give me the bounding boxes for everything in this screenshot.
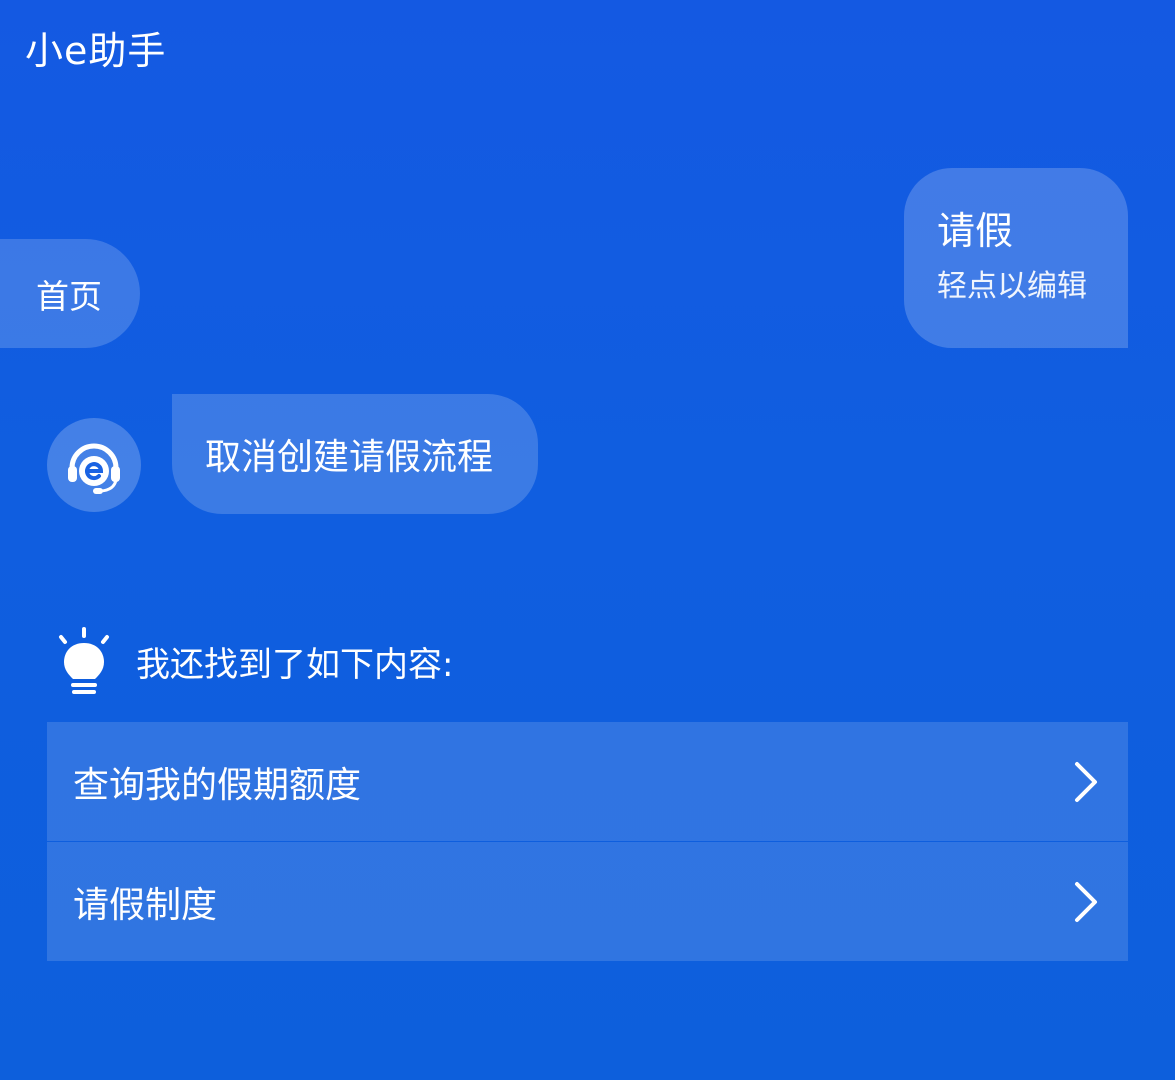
user-message-text: 请假 [937,209,1014,253]
user-message-bubble[interactable]: 请假 轻点以编辑 [904,168,1128,348]
chevron-right-icon [1075,881,1097,922]
headset-e-icon [68,443,120,494]
suggestion-item-leave-policy[interactable]: 请假制度 [47,842,1128,961]
chevron-right-icon [1075,761,1097,802]
suggestion-item-leave-balance[interactable]: 查询我的假期额度 [47,722,1128,841]
home-button[interactable]: 首页 [0,239,140,348]
edit-hint: 轻点以编辑 [937,269,1087,304]
suggestion-item-label: 请假制度 [73,884,218,926]
assistant-avatar [47,418,141,512]
lightbulb-icon [59,627,109,694]
home-button-label: 首页 [36,276,102,316]
suggestions-list: 查询我的假期额度 请假制度 [47,722,1128,961]
suggestions-header: 我还找到了如下内容: [56,625,453,697]
assistant-message-text: 取消创建请假流程 [205,437,494,478]
suggestions-header-label: 我还找到了如下内容: [136,644,454,685]
suggestion-item-label: 查询我的假期额度 [73,764,362,806]
assistant-message-bubble: 取消创建请假流程 [172,394,538,514]
app-title: 小e助手 [25,29,167,73]
